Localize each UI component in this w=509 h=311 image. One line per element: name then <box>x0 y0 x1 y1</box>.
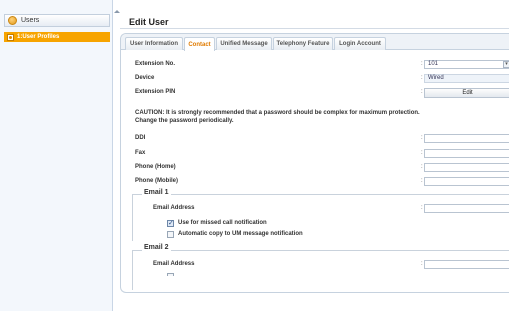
ddi-label: DDI <box>135 135 146 141</box>
email1-legend: Email 1 <box>142 189 171 196</box>
sidebar-item-user-profiles[interactable]: 1:User Profiles <box>4 32 110 42</box>
missed-call-label: Use for missed call notification <box>178 220 267 226</box>
sidebar-header-users[interactable]: Users <box>4 14 110 27</box>
colon: : <box>421 178 423 184</box>
title-divider <box>120 28 509 29</box>
colon: : <box>421 164 423 170</box>
chevron-down-icon[interactable]: ▾ <box>503 61 509 68</box>
colon: : <box>421 150 423 156</box>
caution-text: CAUTION: It is strongly recommended that… <box>135 110 420 124</box>
sidebar-header-label: Users <box>21 17 40 24</box>
tab-login-account[interactable]: Login Account <box>334 37 386 50</box>
email2-checkbox-partial[interactable] <box>167 273 174 276</box>
edit-user-panel: User Information Contact Unified Message… <box>120 33 509 293</box>
tab-user-information[interactable]: User Information <box>125 37 183 50</box>
missed-call-checkbox[interactable] <box>167 219 174 227</box>
user-profile-icon <box>7 33 14 41</box>
ddi-input[interactable] <box>424 134 509 143</box>
sidebar-item-label: 1:User Profiles <box>17 34 60 40</box>
phone-home-label: Phone (Home) <box>135 164 176 170</box>
um-copy-label: Automatic copy to UM message notificatio… <box>178 231 303 237</box>
extension-pin-label: Extension PIN <box>135 89 176 95</box>
colon: : <box>421 261 423 267</box>
extension-no-select[interactable]: 101 <box>424 60 509 69</box>
fax-input[interactable] <box>424 149 509 158</box>
device-value: Wired <box>424 74 509 83</box>
phone-mobile-input[interactable] <box>424 177 509 186</box>
colon: : <box>421 75 423 81</box>
page-title: Edit User <box>129 17 169 27</box>
collapse-caret-icon[interactable] <box>114 10 120 13</box>
phone-home-input[interactable] <box>424 163 509 172</box>
email1-address-label: Email Address <box>153 205 195 211</box>
extension-no-label: Extension No. <box>135 61 176 67</box>
um-copy-checkbox[interactable] <box>167 231 174 238</box>
device-label: Device <box>135 75 155 81</box>
email2-address-label: Email Address <box>153 261 195 267</box>
email1-address-input[interactable] <box>424 204 509 213</box>
colon: : <box>421 89 423 95</box>
fax-label: Fax <box>135 150 146 156</box>
tab-contact[interactable]: Contact <box>184 37 215 51</box>
edit-pin-button[interactable]: Edit <box>424 88 509 98</box>
colon: : <box>421 61 423 67</box>
email2-legend: Email 2 <box>142 244 171 251</box>
colon: : <box>421 135 423 141</box>
tab-bar: User Information Contact Unified Message… <box>121 34 509 51</box>
tab-telephony-feature[interactable]: Telephony Feature <box>273 37 333 50</box>
phone-mobile-label: Phone (Mobile) <box>135 178 178 184</box>
sidebar: Users 1:User Profiles <box>0 0 113 311</box>
tab-unified-message[interactable]: Unified Message <box>216 37 272 50</box>
email2-fieldset <box>132 250 509 290</box>
colon: : <box>421 205 423 211</box>
email2-address-input[interactable] <box>424 260 509 269</box>
users-icon <box>8 16 17 25</box>
